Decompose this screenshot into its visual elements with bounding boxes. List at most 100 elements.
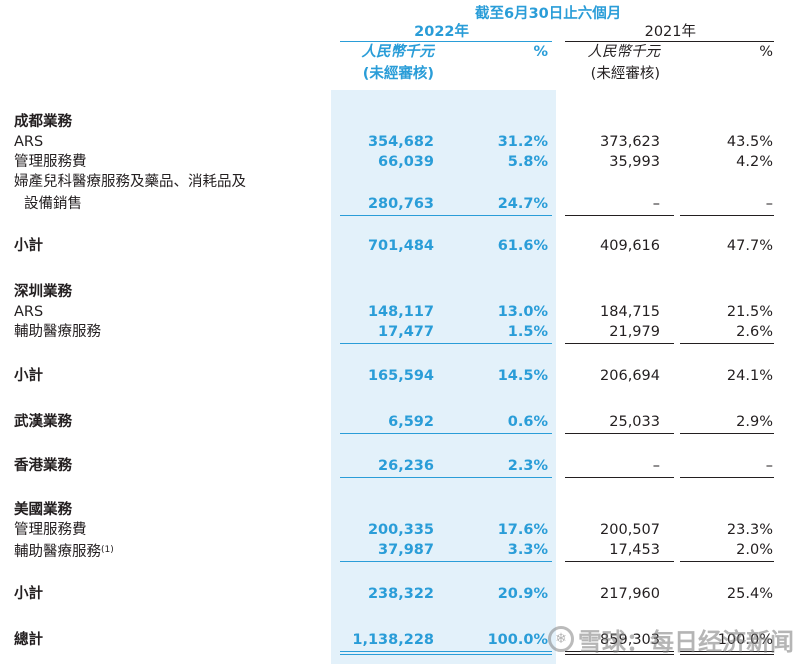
cell-v2022: 354,682 [367,134,434,150]
total-rule [680,343,774,344]
cell-p2021: 47.7% [726,238,773,254]
total-rule [680,477,774,478]
cell-p2021: 2.6% [736,324,773,340]
cell-v2021: 21,979 [609,324,660,340]
row-label-text: 武漢業務 [14,414,72,430]
snowball-icon: ❄ [548,626,574,652]
unaudited-2021: (未經審核) [590,66,660,82]
row-label: 小計 [14,366,43,386]
row-label: 輔助醫療服務 [14,322,101,342]
year-2022-header: 2022年 [414,24,469,40]
cell-v2021: 373,623 [600,134,660,150]
total-rule [340,477,552,478]
cell-p2021: – [765,458,773,474]
cell-v2021: 409,616 [600,238,660,254]
total-rule [565,561,674,562]
cell-p2022: 100.0% [487,632,548,648]
cell-v2022: 66,039 [378,154,434,170]
row-label: 管理服務費 [14,152,87,172]
cell-p2022: 13.0% [497,304,548,320]
row-label-text: 婦產兒科醫療服務及藥品、消耗品及 [14,174,246,190]
row-label-text: 管理服務費 [14,154,87,170]
row-label-text: 輔助醫療服務 [14,544,101,560]
cell-v2022: 17,477 [378,324,434,340]
pct-2021: % [759,44,773,60]
cell-p2021: 2.0% [736,542,773,558]
row-label: 管理服務費 [14,520,87,540]
cell-p2021: 23.3% [726,522,773,538]
row-label-text: 小計 [14,238,43,254]
watermark: ❄ 雪球：每日经济新闻 [548,618,794,660]
total-rule [340,651,552,652]
row-label-text: 總計 [14,632,43,648]
total-rule [680,433,774,434]
cell-p2021: – [765,196,773,212]
total-rule [340,215,552,216]
row-label: 深圳業務 [14,282,72,302]
cell-v2021: 17,453 [609,542,660,558]
row-label-text: 香港業務 [14,458,72,474]
cell-v2021: 206,694 [600,368,660,384]
total-rule [565,433,674,434]
watermark-text: 雪球：每日经济新闻 [578,627,794,656]
total-rule [340,433,552,434]
row-label-text: 輔助醫療服務 [14,324,101,340]
cell-v2021: 200,507 [600,522,660,538]
total-rule [340,654,552,655]
cell-p2022: 31.2% [497,134,548,150]
cell-v2022: 6,592 [388,414,434,430]
cell-v2021: 35,993 [609,154,660,170]
row-label-text: 成都業務 [14,114,72,130]
total-rule [565,215,674,216]
pct-2022: % [533,44,548,60]
cell-p2021: 4.2% [736,154,773,170]
cell-p2021: 43.5% [726,134,773,150]
row-label-text: 美國業務 [14,502,72,518]
cell-v2021: 184,715 [600,304,660,320]
total-rule [680,215,774,216]
cell-v2022: 200,335 [367,522,434,538]
cell-p2022: 5.8% [507,154,548,170]
cell-v2022: 238,322 [367,586,434,602]
row-label: 香港業務 [14,456,72,476]
cell-v2021: 217,960 [600,586,660,602]
cell-p2021: 25.4% [726,586,773,602]
cell-v2022: 701,484 [367,238,434,254]
period-header: 截至6月30日止六個月 [475,6,622,22]
total-rule [565,343,674,344]
cell-p2022: 20.9% [497,586,548,602]
row-label-text: ARS [14,134,44,150]
total-rule [340,561,552,562]
row-label: 小計 [14,584,43,604]
total-rule [680,561,774,562]
row-label: 小計 [14,236,43,256]
cell-v2021: – [652,458,660,474]
cell-p2022: 0.6% [507,414,548,430]
cell-p2022: 17.6% [497,522,548,538]
row-label: 婦產兒科醫療服務及藥品、消耗品及 [14,172,246,192]
row-label: 成都業務 [14,112,72,132]
row-label: 設備銷售 [24,194,82,214]
total-rule [340,343,552,344]
year-2021-header: 2021年 [644,24,696,40]
cell-p2021: 2.9% [736,414,773,430]
cell-v2021: 25,033 [609,414,660,430]
cell-v2022: 280,763 [367,196,434,212]
cell-p2022: 61.6% [497,238,548,254]
cell-p2022: 1.5% [507,324,548,340]
cell-p2022: 24.7% [497,196,548,212]
row-label: 輔助醫療服務(1) [14,540,114,562]
currency-2021: 人民幣千元 [587,44,661,60]
row-label: ARS [14,302,43,322]
footnote-marker: (1) [101,545,114,555]
total-rule [565,477,674,478]
cell-v2022: 148,117 [367,304,434,320]
row-label-text: 管理服務費 [14,522,87,538]
row-label-text: 深圳業務 [14,284,72,300]
unaudited-2022: (未經審核) [362,66,434,82]
row-label-text: 小計 [14,586,43,602]
row-label-text: ARS [14,304,44,320]
row-label: ARS [14,132,43,152]
cell-p2021: 24.1% [726,368,773,384]
cell-p2022: 14.5% [497,368,548,384]
